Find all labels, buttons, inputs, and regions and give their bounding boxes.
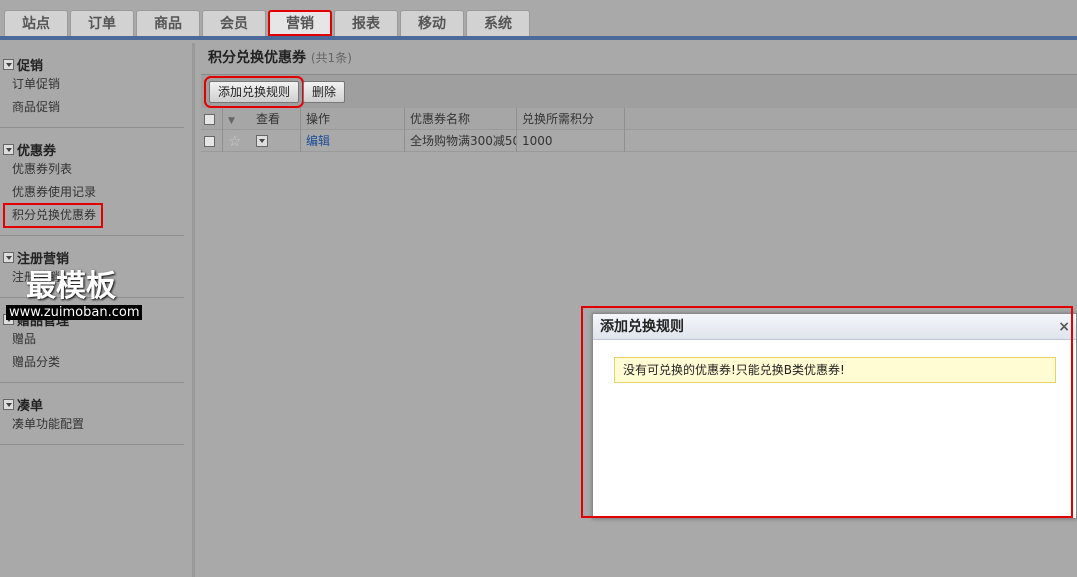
view-cell (251, 129, 301, 152)
dialog-highlight-frame (581, 306, 1073, 518)
tab-products[interactable]: 商品 (136, 10, 200, 36)
group-title-label: 优惠券 (17, 143, 57, 159)
tab-site[interactable]: 站点 (4, 10, 68, 36)
page-title-text: 积分兑换优惠券 (208, 50, 306, 66)
nav-divider-line (0, 36, 1077, 40)
sidebar-item-points-exchange[interactable]: 积分兑换优惠券 (2, 203, 104, 228)
select-all-cell (201, 107, 223, 130)
add-exchange-rule-button[interactable]: 添加兑换规则 (203, 75, 305, 108)
sidebar-group-title[interactable]: 凑单 (0, 395, 184, 414)
coupon-name-cell: 全场购物满300减50 (405, 129, 517, 152)
tab-reports[interactable]: 报表 (334, 10, 398, 36)
group-title-label: 促销 (17, 58, 44, 74)
star-icon[interactable]: ☆ (228, 132, 241, 150)
sidebar-item-product-promotion[interactable]: 商品促销 (0, 96, 184, 119)
collapse-toggle-icon[interactable] (3, 398, 14, 410)
tab-members[interactable]: 会员 (202, 10, 266, 36)
column-header-coupon-name: 优惠券名称 (405, 107, 517, 130)
sidebar-item-bundle-config[interactable]: 凑单功能配置 (0, 413, 184, 436)
data-grid: ▼ 查看 操作 优惠券名称 兑换所需积分 ☆ 编辑 全场购物满300减50 10… (201, 107, 1077, 152)
watermark-url: www.zuimoban.com (6, 305, 143, 320)
collapse-toggle-icon[interactable] (3, 58, 14, 70)
sidebar-group-coupon: 优惠券 优惠券列表 优惠券使用记录 积分兑换优惠券 (0, 128, 184, 236)
points-cell: 1000 (517, 129, 625, 152)
record-count: (共1条) (310, 51, 352, 65)
sidebar-group-bundle: 凑单 凑单功能配置 (0, 383, 184, 445)
sidebar-item-order-promotion[interactable]: 订单促销 (0, 73, 184, 96)
watermark-logo-text: 最模板 (26, 269, 116, 304)
sort-cell: ▼ (223, 108, 251, 130)
collapse-toggle-icon[interactable] (3, 143, 14, 155)
column-header-operation: 操作 (301, 107, 405, 130)
sidebar-item-gift-category[interactable]: 赠品分类 (0, 351, 184, 374)
sidebar-group-title[interactable]: 优惠券 (0, 140, 184, 159)
watermark: 最模板 www.zuimoban.com (6, 261, 156, 320)
sidebar-group-promotion: 促销 订单促销 商品促销 (0, 43, 184, 128)
row-checkbox[interactable] (204, 135, 215, 147)
sidebar-item-coupon-usage[interactable]: 优惠券使用记录 (0, 181, 184, 204)
sort-arrow-icon[interactable]: ▼ (228, 116, 235, 126)
group-title-label: 凑单 (17, 398, 44, 414)
table-row: ☆ 编辑 全场购物满300减50 1000 (201, 129, 1077, 152)
grid-header-row: ▼ 查看 操作 优惠券名称 兑换所需积分 (201, 107, 1077, 130)
top-nav-bar: 站点 订单 商品 会员 营销 报表 移动 系统 (0, 0, 1077, 40)
tab-marketing[interactable]: 营销 (268, 10, 332, 36)
sidebar-item-coupon-list[interactable]: 优惠券列表 (0, 158, 184, 181)
operation-cell: 编辑 (301, 129, 405, 152)
delete-button[interactable]: 删除 (303, 80, 346, 103)
tab-mobile[interactable]: 移动 (400, 10, 464, 36)
select-all-checkbox[interactable] (204, 113, 215, 125)
edit-link[interactable]: 编辑 (306, 134, 330, 148)
sidebar-item-gift[interactable]: 赠品 (0, 328, 184, 351)
sidebar-group-title[interactable]: 促销 (0, 55, 184, 74)
view-dropdown-icon[interactable] (256, 135, 268, 147)
row-select-cell (201, 129, 223, 152)
top-tabs: 站点 订单 商品 会员 营销 报表 移动 系统 (4, 10, 530, 36)
column-header-points: 兑换所需积分 (517, 107, 625, 130)
column-header-view: 查看 (251, 107, 301, 130)
tab-system[interactable]: 系统 (466, 10, 530, 36)
tab-orders[interactable]: 订单 (70, 10, 134, 36)
page-title: 积分兑换优惠券 (共1条) (201, 43, 1077, 74)
toolbar: 添加兑换规则 删除 (201, 74, 1077, 108)
star-cell: ☆ (223, 130, 251, 152)
